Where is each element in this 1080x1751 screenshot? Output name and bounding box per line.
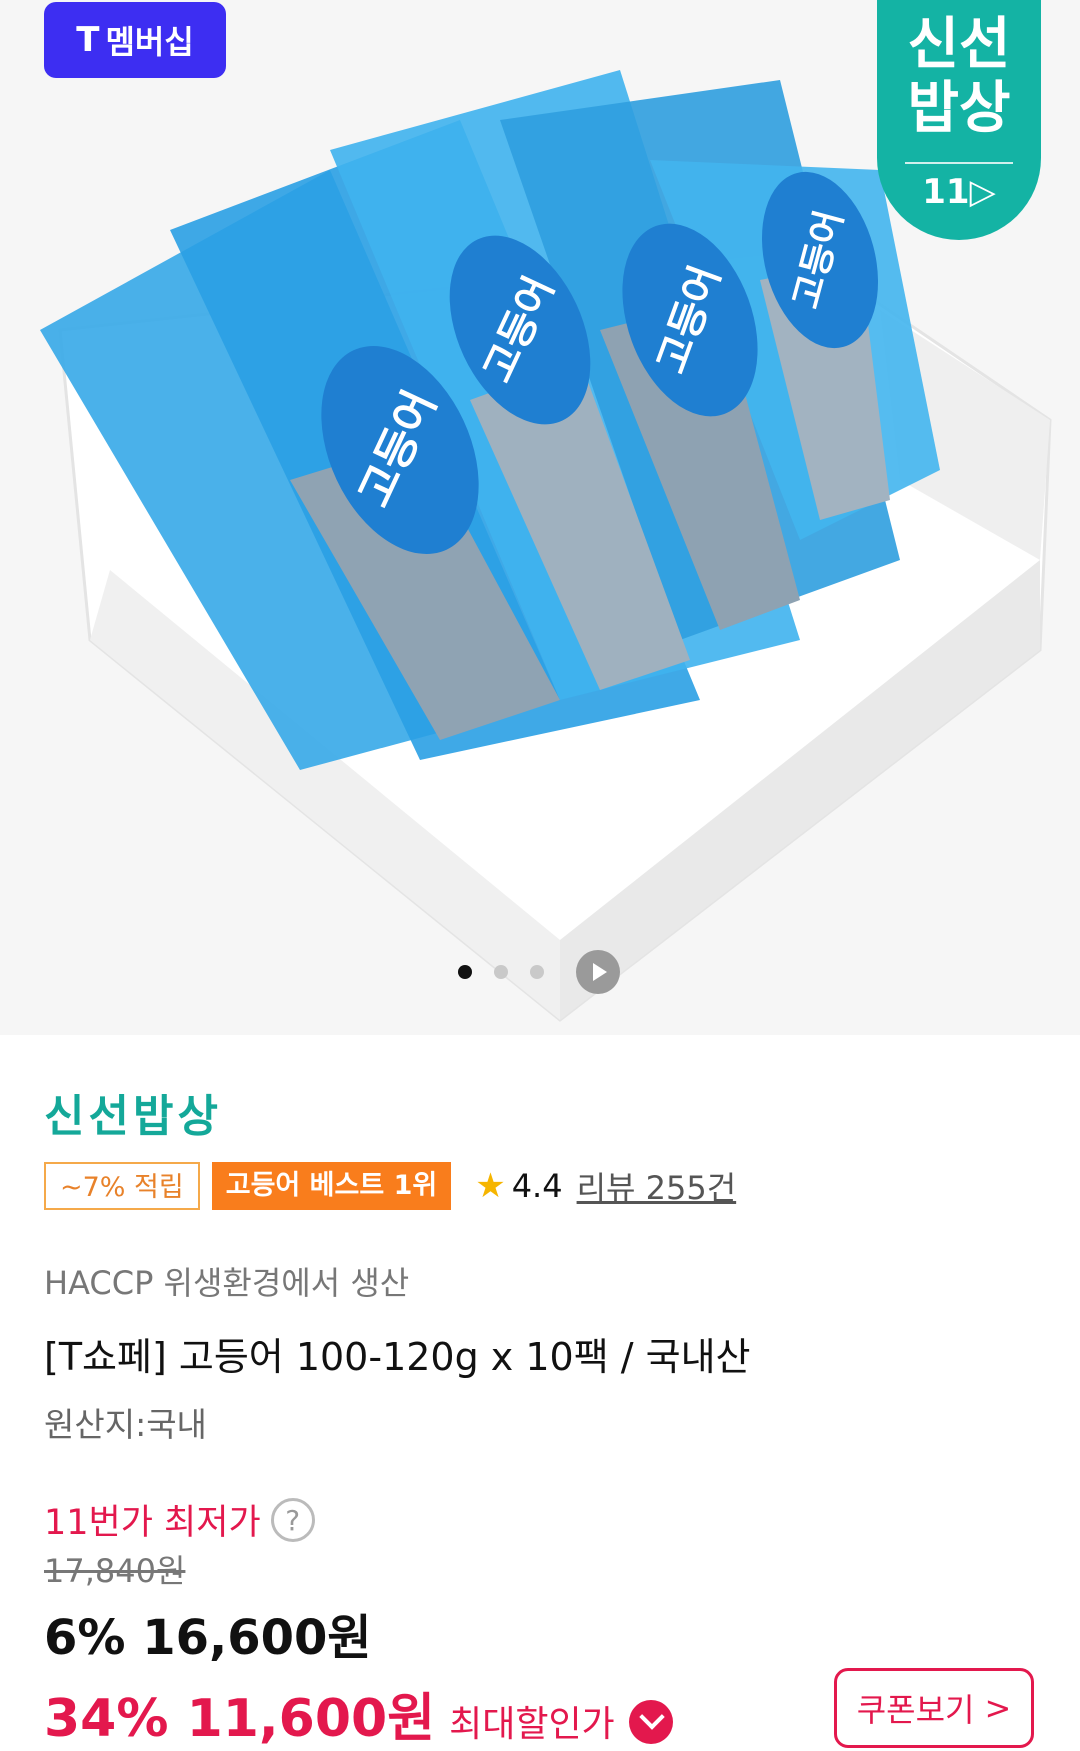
t-logo-icon: T (76, 20, 100, 60)
product-tags: ~7% 적립 고등어 베스트 1위 ★ 4.4 리뷰 255건 (44, 1160, 736, 1212)
help-icon[interactable]: ? (270, 1497, 315, 1542)
haccp-notice: HACCP 위생환경에서 생산 (44, 1264, 410, 1302)
rating-score: 4.4 (511, 1167, 563, 1205)
eleven-street-logo-icon: 11▷ (922, 172, 996, 212)
chevron-down-icon[interactable] (628, 1700, 673, 1744)
t-membership-badge[interactable]: T 멤버십 (44, 2, 226, 78)
store-name-link[interactable]: 신선밥상 (44, 1080, 222, 1144)
brand-badge: 신선 밥상 11▷ (877, 0, 1041, 240)
product-title: [T쇼페] 고등어 100-120g x 10팩 / 국내산 (44, 1335, 751, 1379)
carousel-dot[interactable] (530, 965, 544, 979)
rating: ★ 4.4 리뷰 255건 (475, 1163, 736, 1209)
max-discount-label: 최대할인가 (449, 1704, 615, 1745)
carousel-dot[interactable] (458, 965, 472, 979)
lowest-price-text: 11번가 최저가 (44, 1503, 261, 1543)
point-rate-badge: ~7% 적립 (44, 1162, 200, 1210)
max-discount-price: 34% 11,600원 (44, 1689, 436, 1749)
carousel-dot[interactable] (494, 965, 508, 979)
sale-price: 6% 16,600원 (44, 1610, 372, 1666)
product-image-area[interactable]: 고등어 고등어 고등어 고등어 T 멤버십 신선 밥상 11▷ (0, 0, 1080, 1035)
lowest-price-label: 11번가 최저가 ? (44, 1494, 315, 1545)
brand-badge-line2: 밥상 (907, 76, 1011, 141)
coupon-view-button[interactable]: 쿠폰보기 > (834, 1668, 1034, 1748)
coupon-button-label: 쿠폰보기 (856, 1691, 975, 1729)
chevron-right-icon: > (984, 1689, 1012, 1727)
brand-badge-divider (905, 162, 1013, 164)
review-count-link[interactable]: 리뷰 255건 (577, 1163, 737, 1209)
membership-label: 멤버십 (105, 23, 194, 61)
best-rank-badge[interactable]: 고등어 베스트 1위 (211, 1162, 452, 1210)
star-icon: ★ (475, 1166, 506, 1206)
carousel-indicator (458, 950, 620, 994)
brand-badge-line1: 신선 (907, 12, 1011, 77)
original-price: 17,840원 (44, 1552, 186, 1590)
origin-info: 원산지:국내 (44, 1405, 207, 1444)
max-discount-row: 34% 11,600원 최대할인가 (44, 1676, 673, 1751)
play-video-icon[interactable] (576, 950, 620, 994)
